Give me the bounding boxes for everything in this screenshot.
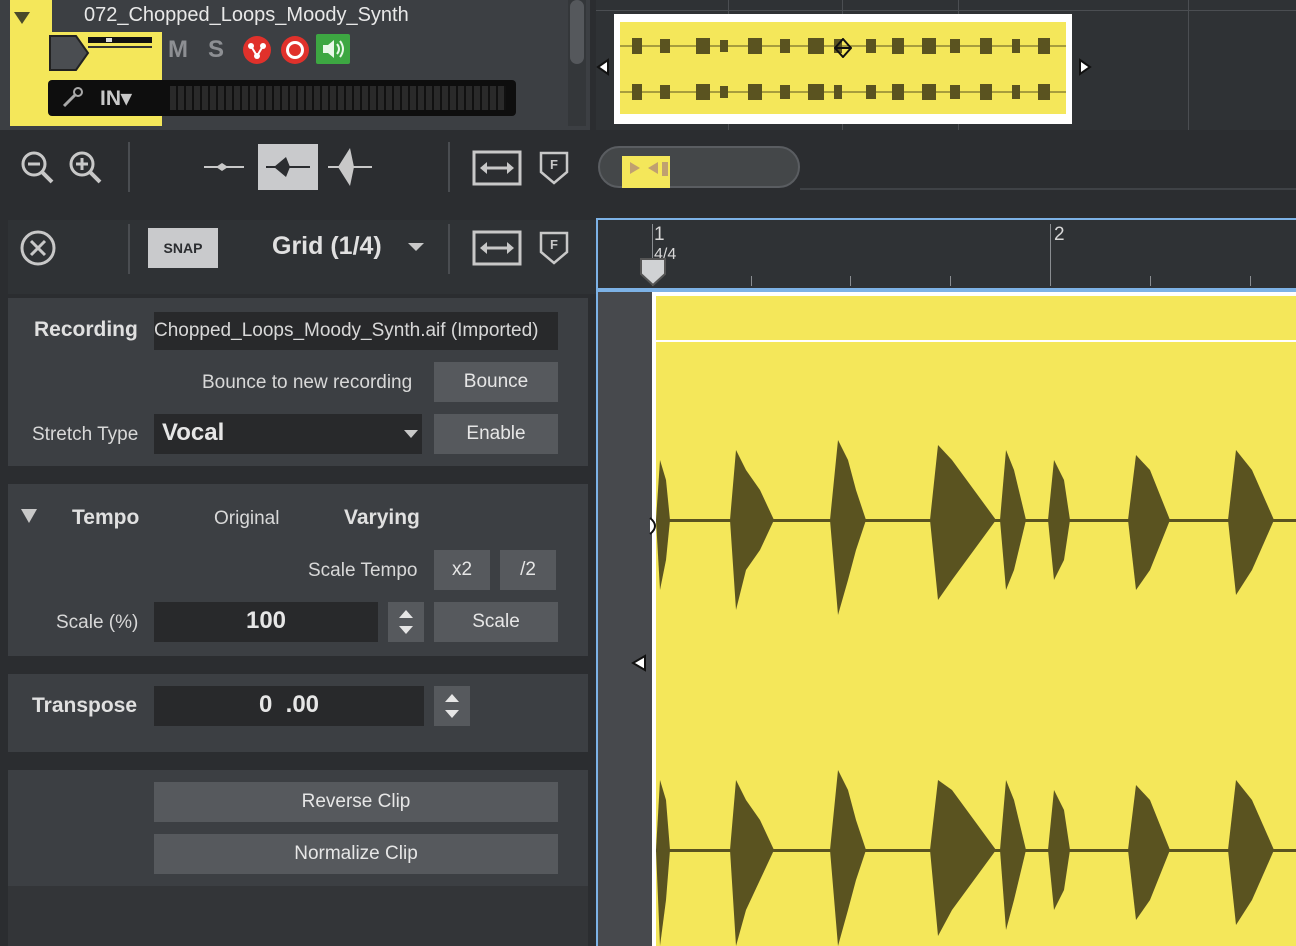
tempo-half-button[interactable]: /2 bbox=[500, 550, 556, 590]
collapse-triangle-icon[interactable] bbox=[14, 12, 30, 24]
tempo-label: Tempo bbox=[72, 506, 140, 529]
stretch-type-select[interactable]: Vocal bbox=[154, 414, 422, 454]
zoom-in-icon[interactable] bbox=[66, 148, 104, 186]
record-arm-button[interactable] bbox=[281, 36, 309, 64]
automation-icon bbox=[248, 43, 266, 59]
scale-tempo-label: Scale Tempo bbox=[308, 560, 418, 581]
stepper-arrows-icon bbox=[445, 694, 459, 718]
divider bbox=[0, 200, 596, 220]
transpose-label: Transpose bbox=[32, 694, 138, 717]
solo-button[interactable]: S bbox=[208, 36, 224, 64]
tempo-x2-button[interactable]: x2 bbox=[434, 550, 490, 590]
bounce-label: Bounce to new recording bbox=[202, 372, 413, 393]
waveform-small-icon[interactable] bbox=[194, 144, 254, 190]
stretch-type-label: Stretch Type bbox=[32, 424, 139, 445]
enable-button[interactable]: Enable bbox=[434, 414, 558, 454]
recording-label: Recording bbox=[34, 318, 138, 341]
reverse-clip-button[interactable]: Reverse Clip bbox=[154, 782, 558, 822]
clip-gain-handle-icon[interactable] bbox=[834, 38, 852, 58]
chevron-down-icon[interactable] bbox=[402, 428, 420, 440]
snap-button[interactable]: SNAP bbox=[148, 228, 218, 268]
recording-file-field[interactable]: Chopped_Loops_Moody_Synth.aif (Imported) bbox=[154, 312, 558, 350]
transpose-input[interactable]: 0 .00 bbox=[154, 686, 424, 726]
toolbar-separator bbox=[128, 142, 130, 192]
input-select[interactable]: IN▾ bbox=[100, 86, 132, 111]
scale-percent-input[interactable]: 100 bbox=[154, 602, 378, 642]
tempo-original[interactable]: Original bbox=[214, 508, 279, 530]
section-divider bbox=[8, 656, 588, 674]
wrench-icon[interactable] bbox=[60, 86, 86, 110]
follow-icon[interactable]: F bbox=[538, 150, 570, 186]
toolbar-separator bbox=[448, 142, 450, 192]
header-separator bbox=[448, 224, 450, 274]
arrange-waveform bbox=[620, 38, 1066, 100]
automation-button[interactable] bbox=[243, 36, 271, 64]
overview-clip-marker-icon bbox=[630, 162, 668, 176]
level-meter bbox=[170, 86, 506, 110]
speaker-icon bbox=[323, 40, 344, 58]
clip-start-handle-icon[interactable] bbox=[596, 58, 612, 76]
grid-select[interactable]: Grid (1/4) bbox=[272, 232, 382, 261]
scale-button[interactable]: Scale bbox=[434, 602, 558, 642]
bounce-button[interactable]: Bounce bbox=[434, 362, 558, 402]
chevron-down-icon[interactable] bbox=[406, 240, 426, 254]
track-name[interactable]: 072_Chopped_Loops_Moody_Synth bbox=[84, 4, 409, 27]
track-scroll-thumb[interactable] bbox=[570, 0, 584, 64]
waveform-medium-icon bbox=[266, 157, 310, 177]
waveform-medium-button[interactable] bbox=[258, 144, 318, 190]
section-divider bbox=[8, 752, 588, 770]
follow-icon[interactable]: F bbox=[538, 230, 570, 266]
waveform-large-icon[interactable] bbox=[320, 144, 380, 190]
section-divider bbox=[8, 466, 588, 484]
overview-track bbox=[800, 188, 1296, 190]
scale-percent-label: Scale (%) bbox=[56, 612, 139, 633]
tempo-varying[interactable]: Varying bbox=[344, 506, 420, 530]
svg-text:F: F bbox=[550, 157, 558, 172]
monitor-button[interactable] bbox=[316, 34, 350, 64]
normalize-clip-button[interactable]: Normalize Clip bbox=[154, 834, 558, 874]
arrange-lane-line bbox=[596, 10, 1296, 11]
record-icon bbox=[286, 41, 304, 59]
svg-text:F: F bbox=[550, 237, 558, 252]
close-icon[interactable] bbox=[18, 228, 58, 268]
transpose-stepper[interactable] bbox=[434, 686, 470, 726]
fit-width-icon[interactable] bbox=[472, 230, 522, 266]
mute-button[interactable]: M bbox=[168, 36, 188, 64]
stepper-arrows-icon bbox=[399, 610, 413, 634]
zoom-out-icon[interactable] bbox=[18, 148, 56, 186]
scale-stepper[interactable] bbox=[388, 602, 424, 642]
audio-track-icon bbox=[49, 35, 152, 71]
panel-footer bbox=[8, 886, 588, 946]
collapse-triangle-icon[interactable] bbox=[20, 508, 38, 524]
arrange-grid-line bbox=[1188, 0, 1189, 130]
header-separator bbox=[128, 224, 130, 274]
fit-width-icon[interactable] bbox=[472, 150, 522, 186]
editor-selection-border bbox=[596, 218, 1296, 946]
clip-end-handle-icon[interactable] bbox=[1076, 58, 1094, 76]
